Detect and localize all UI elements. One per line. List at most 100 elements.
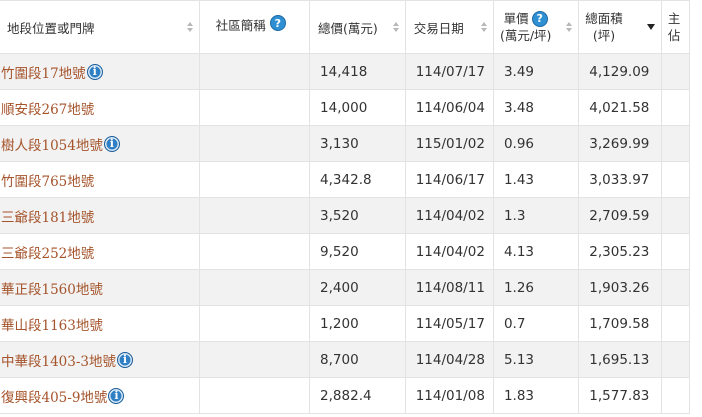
extra-cell [660,161,691,198]
location-link[interactable]: 樹人段1054地號 [1,138,103,154]
table-row[interactable]: 三爺段181地號 3,520 114/04/02 1.3 2,709.59 [0,197,691,234]
location-cell: 華正段1560地號 [0,269,200,306]
unit-price-cell: 0.7 [492,305,580,342]
header-total-area-label: 總面積 [585,11,623,26]
trade-date-cell: 114/07/17 [404,53,494,90]
header-unit-price[interactable]: 單價 ? (萬元/坪) [492,0,580,54]
table-row[interactable]: 竹圍段17地號 i 14,418 114/07/17 3.49 4,129.09 [0,53,691,90]
sort-icon[interactable] [392,22,399,32]
total-price-cell: 14,000 [309,89,406,126]
community-cell [198,53,311,90]
total-price-cell: 8,700 [309,341,406,378]
total-area-cell: 1,695.13 [578,341,662,378]
header-community-label: 社區簡稱 [215,18,266,33]
unit-price-cell: 1.43 [492,161,580,198]
community-cell [198,305,311,342]
info-icon[interactable]: i [86,63,103,80]
extra-cell [660,125,691,162]
location-cell: 竹圍段17地號 i [0,53,200,90]
unit-price-cell: 4.13 [492,233,580,270]
total-area-cell: 3,033.97 [578,161,662,198]
total-price-cell: 4,342.8 [309,161,406,198]
community-cell [198,89,311,126]
extra-cell [660,197,691,234]
unit-price-cell: 1.3 [492,197,580,234]
info-icon[interactable]: i [108,387,125,404]
header-extra-label: 主 [667,11,681,26]
total-price-cell: 2,400 [309,269,406,306]
header-community[interactable]: 社區簡稱 ? [198,0,311,54]
header-total-area-unit: (坪) [592,28,616,43]
community-cell [198,377,311,414]
unit-price-cell: 3.48 [492,89,580,126]
location-link[interactable]: 華山段1163地號 [1,318,103,334]
sort-icon[interactable] [186,22,193,32]
table-row[interactable]: 復興段405-9地號 i 2,882.4 114/01/08 1.83 1,577.83 [0,377,691,414]
header-extra[interactable]: 主 佔 [660,0,691,54]
total-area-cell: 4,129.09 [578,53,662,90]
unit-price-cell: 0.96 [492,125,580,162]
table-row[interactable]: 三爺段252地號 9,520 114/04/02 4.13 2,305.23 [0,233,691,270]
community-cell [198,161,311,198]
location-link[interactable]: 三爺段181地號 [1,210,94,226]
total-price-cell: 2,882.4 [309,377,406,414]
location-link[interactable]: 中華段1403-3地號 [1,354,116,370]
help-icon[interactable]: ? [269,15,286,31]
location-link[interactable]: 華正段1560地號 [1,282,103,298]
extra-cell [660,305,691,342]
community-cell [198,233,311,270]
help-icon[interactable]: ? [531,10,548,27]
unit-price-cell: 5.13 [492,341,580,378]
header-trade-date-label: 交易日期 [413,20,464,36]
location-link[interactable]: 順安段267地號 [1,102,94,118]
location-cell: 樹人段1054地號 i [0,125,200,162]
location-link[interactable]: 竹圍段17地號 [1,66,86,82]
extra-cell [660,341,691,378]
community-cell [198,341,311,378]
header-unit-price-unit: (萬元/坪) [499,28,552,43]
extra-cell [660,377,691,414]
info-icon[interactable]: i [117,351,134,368]
location-cell: 三爺段252地號 [0,233,200,270]
table-row[interactable]: 順安段267地號 14,000 114/06/04 3.48 4,021.58 [0,89,691,126]
total-area-cell: 4,021.58 [578,89,662,126]
unit-price-cell: 1.26 [492,269,580,306]
table-row[interactable]: 樹人段1054地號 i 3,130 115/01/02 0.96 3,269.99 [0,125,691,162]
trade-date-cell: 114/04/02 [404,197,494,234]
transactions-table: 地段位置或門牌 社區簡稱 ? 總價(萬元) 交易日期 單價 ? (萬元/坪) 總… [0,0,691,414]
total-area-cell: 1,903.26 [578,269,662,306]
trade-date-cell: 114/06/04 [404,89,494,126]
header-unit-price-label: 單價 [503,11,529,26]
table-row[interactable]: 華正段1560地號 2,400 114/08/11 1.26 1,903.26 [0,269,691,306]
info-icon[interactable]: i [103,135,120,152]
header-total-price[interactable]: 總價(萬元) [309,0,406,54]
sort-icon[interactable] [480,22,487,32]
total-price-cell: 9,520 [309,233,406,270]
location-cell: 竹圍段765地號 [0,161,200,198]
table-row[interactable]: 竹圍段765地號 4,342.8 114/06/17 1.43 3,033.97 [0,161,691,198]
total-price-cell: 1,200 [309,305,406,342]
sort-desc-icon[interactable] [646,24,655,30]
header-location[interactable]: 地段位置或門牌 [0,0,200,54]
total-price-cell: 14,418 [309,53,406,90]
location-link[interactable]: 竹圍段765地號 [1,174,94,190]
table-header-row: 地段位置或門牌 社區簡稱 ? 總價(萬元) 交易日期 單價 ? (萬元/坪) 總… [0,0,691,54]
community-cell [198,269,311,306]
table-row[interactable]: 華山段1163地號 1,200 114/05/17 0.7 1,709.58 [0,305,691,342]
location-link[interactable]: 三爺段252地號 [1,246,94,262]
trade-date-cell: 114/04/02 [404,233,494,270]
header-total-area[interactable]: 總面積 (坪) [578,0,662,54]
location-cell: 中華段1403-3地號 i [0,341,200,378]
header-trade-date[interactable]: 交易日期 [404,0,494,54]
trade-date-cell: 115/01/02 [404,125,494,162]
trade-date-cell: 114/05/17 [404,305,494,342]
location-link[interactable]: 復興段405-9地號 [1,390,107,406]
extra-cell [660,53,691,90]
table-row[interactable]: 中華段1403-3地號 i 8,700 114/04/28 5.13 1,695.13 [0,341,691,378]
extra-cell [660,269,691,306]
total-area-cell: 2,709.59 [578,197,662,234]
header-location-label: 地段位置或門牌 [7,20,95,36]
location-cell: 三爺段181地號 [0,197,200,234]
trade-date-cell: 114/01/08 [404,377,494,414]
sort-icon[interactable] [566,22,573,32]
